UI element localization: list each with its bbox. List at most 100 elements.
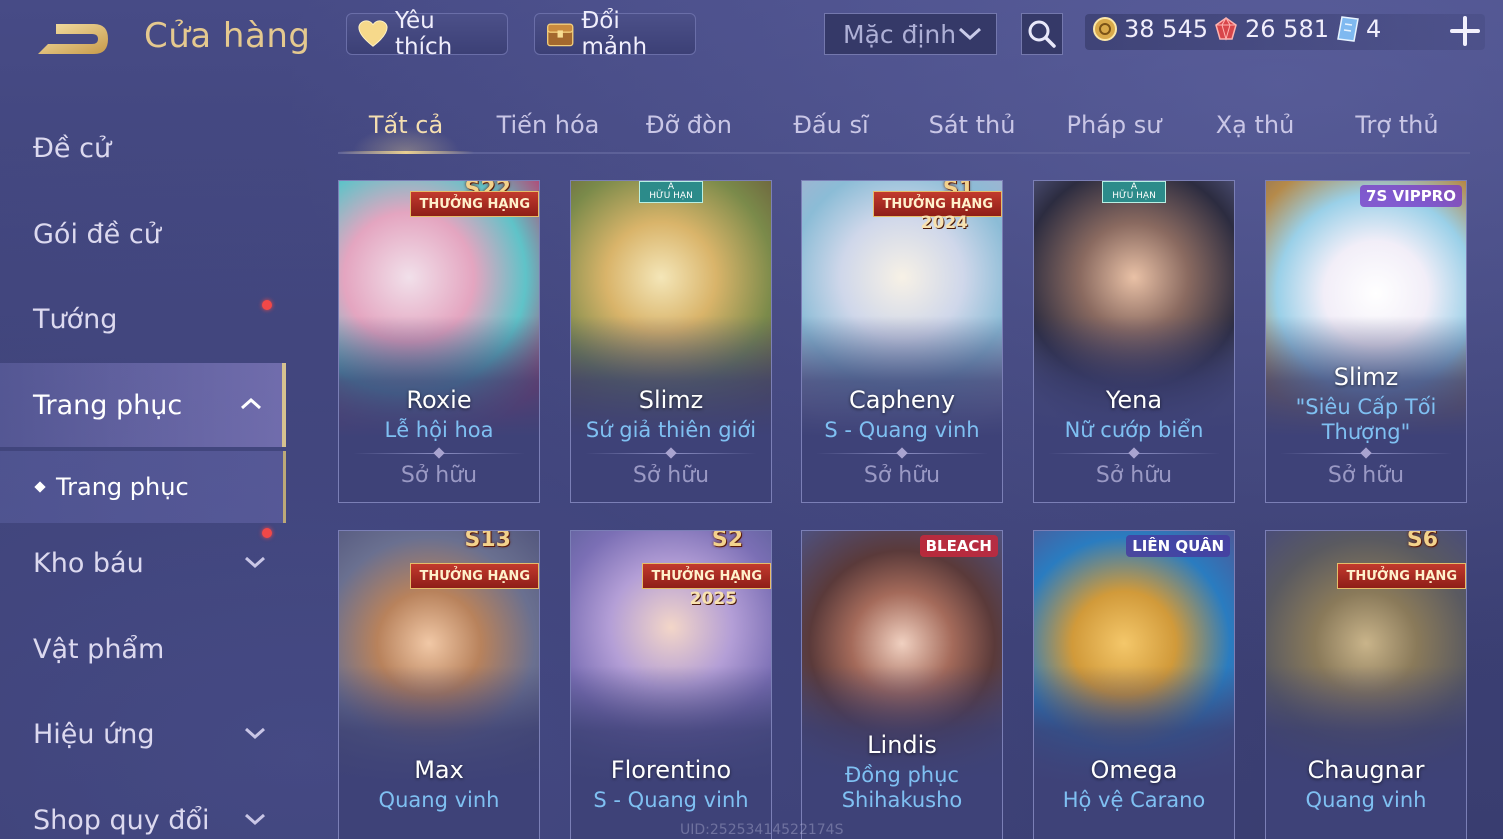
- skin-card-omega[interactable]: LIÊN QUÂN Omega Hộ vệ Carano: [1033, 530, 1235, 839]
- skin-name: S - Quang vinh: [824, 418, 980, 442]
- sidebar: Đề cử Gói đề cử Tướng Trang phục Trang p…: [0, 100, 286, 839]
- card-info: Max Quang vinh: [339, 756, 539, 813]
- skin-name: S - Quang vinh: [593, 788, 749, 812]
- chevron-down-icon: [958, 27, 982, 41]
- sidebar-subitem-skins[interactable]: Trang phục: [0, 451, 286, 523]
- voucher-card-icon: [1337, 16, 1359, 42]
- search-button[interactable]: [1021, 13, 1063, 55]
- skin-card-roxie[interactable]: S22 THƯỞNG HẠNG Roxie Lễ hội hoa Sở hữu: [338, 180, 540, 503]
- hero-name: Roxie: [406, 386, 472, 414]
- limited-badge: A HỮU HẠN: [1102, 181, 1166, 203]
- skin-card-yena[interactable]: A HỮU HẠN Yena Nữ cướp biển Sở hữu: [1033, 180, 1235, 503]
- owned-status: Sở hữu: [1095, 463, 1173, 488]
- skin-grid: S22 THƯỞNG HẠNG Roxie Lễ hội hoa Sở hữu …: [338, 180, 1470, 839]
- add-currency-button[interactable]: [1448, 14, 1482, 48]
- card-divider: [353, 453, 525, 454]
- skin-name: Nữ cướp biển: [1064, 418, 1204, 442]
- tab-assassin[interactable]: Sát thủ: [904, 98, 1040, 152]
- tab-evolution[interactable]: Tiến hóa: [480, 98, 616, 152]
- favorites-button[interactable]: Yêu thích: [346, 8, 508, 60]
- skin-name: Quang vinh: [1305, 788, 1427, 812]
- fragment-exchange-button[interactable]: Đổi mảnh: [534, 8, 696, 60]
- chevron-down-icon: [245, 727, 265, 740]
- season-year: 2024: [920, 213, 968, 233]
- card-divider: [585, 453, 757, 454]
- rank-reward-badge: THƯỞNG HẠNG: [642, 563, 771, 589]
- skin-card-florentino[interactable]: S2 THƯỞNG HẠNG 2025 Florentino S - Quang…: [570, 530, 772, 839]
- owned-status: Sở hữu: [1327, 463, 1405, 488]
- skin-name: Hộ vệ Carano: [1062, 788, 1206, 812]
- tab-marksman[interactable]: Xạ thủ: [1187, 98, 1323, 152]
- season-year: 2025: [689, 589, 737, 609]
- sidebar-item-featured[interactable]: Đề cử: [0, 106, 286, 190]
- sidebar-item-label: Đề cử: [33, 132, 112, 164]
- plus-icon: [1450, 16, 1480, 46]
- sidebar-item-exchange-shop[interactable]: Shop quy đổi: [0, 778, 286, 839]
- ruby-value: 26 581: [1245, 15, 1329, 43]
- skin-name: Đồng phục Shihakusho: [841, 763, 963, 812]
- hero-name: Lindis: [867, 731, 937, 759]
- card-shade: [1266, 665, 1466, 839]
- sidebar-item-label: Trang phục: [33, 389, 183, 421]
- limited-label: HỮU HẠN: [1112, 191, 1156, 201]
- tab-mage[interactable]: Pháp sư: [1046, 98, 1182, 152]
- owned-status: Sở hữu: [863, 463, 941, 488]
- skin-card-slimz-supreme[interactable]: 7S VIPPRO Slimz "Siêu Cấp Tối Thượng" Sở…: [1265, 180, 1467, 503]
- sidebar-item-heroes[interactable]: Tướng: [0, 277, 286, 361]
- sidebar-item-bundles[interactable]: Gói đề cử: [0, 192, 286, 276]
- card-info: Yena Nữ cướp biển: [1034, 386, 1234, 443]
- sort-dropdown[interactable]: Mặc định: [824, 13, 997, 55]
- hero-name: Slimz: [638, 386, 704, 414]
- hero-name: Slimz: [1333, 363, 1399, 391]
- limited-badge: A HỮU HẠN: [639, 181, 703, 203]
- sidebar-item-skins[interactable]: Trang phục: [0, 363, 286, 447]
- back-arrow-icon: [38, 24, 108, 54]
- card-info: Florentino S - Quang vinh: [571, 756, 771, 813]
- ruby-balance: 26 581: [1213, 15, 1329, 43]
- skin-card-chaugnar[interactable]: S6 THƯỞNG HẠNG Chaugnar Quang vinh: [1265, 530, 1467, 839]
- card-shade: [1034, 665, 1234, 839]
- favorites-label: Yêu thích: [394, 8, 453, 60]
- rank-reward-badge: THƯỞNG HẠNG: [410, 191, 539, 217]
- sidebar-item-label: Vật phẩm: [33, 633, 165, 665]
- sidebar-item-effects[interactable]: Hiệu ứng: [0, 692, 286, 776]
- skin-name: "Siêu Cấp Tối Thượng": [1295, 395, 1437, 444]
- season-badge: S6: [1406, 530, 1438, 552]
- card-divider: [1048, 453, 1220, 454]
- page-title: Cửa hàng: [144, 16, 311, 56]
- tab-all[interactable]: Tất cả: [338, 98, 474, 154]
- rank-reward-badge: THƯỞNG HẠNG: [410, 563, 539, 589]
- skin-card-lindis[interactable]: BLEACH Lindis Đồng phục Shihakusho: [801, 530, 1003, 839]
- event-tag: BLEACH: [919, 535, 998, 557]
- ruby-icon: [1215, 16, 1237, 41]
- search-icon: [1028, 20, 1056, 48]
- sidebar-item-label: Shop quy đổi: [33, 804, 210, 836]
- card-divider: [816, 453, 988, 454]
- back-button[interactable]: [30, 14, 114, 64]
- hero-name: Capheny: [848, 386, 956, 414]
- tab-support[interactable]: Trợ thủ: [1329, 98, 1465, 152]
- rank-reward-badge: THƯỞNG HẠNG: [1337, 563, 1466, 589]
- owned-status: Sở hữu: [632, 463, 710, 488]
- card-shade: [571, 665, 771, 839]
- skin-card-slimz-celestial[interactable]: A HỮU HẠN Slimz Sứ giả thiên giới Sở hữu: [570, 180, 772, 503]
- card-info: Roxie Lễ hội hoa: [339, 386, 539, 443]
- sidebar-item-items[interactable]: Vật phẩm: [0, 607, 286, 691]
- skin-card-max[interactable]: S13 THƯỞNG HẠNG Max Quang vinh: [338, 530, 540, 839]
- sidebar-subitem-label: Trang phục: [56, 473, 189, 501]
- tab-fighter[interactable]: Đấu sĩ: [763, 98, 899, 152]
- sidebar-item-treasure[interactable]: Kho báu: [0, 521, 286, 605]
- owned-status: Sở hữu: [400, 463, 478, 488]
- skin-name: Sứ giả thiên giới: [585, 418, 757, 442]
- skin-card-capheny[interactable]: S1 THƯỞNG HẠNG 2024 Capheny S - Quang vi…: [801, 180, 1003, 503]
- role-tabs: Tất cả Tiến hóa Đỡ đòn Đấu sĩ Sát thủ Ph…: [338, 98, 1470, 154]
- event-tag: 7S VIPPRO: [1360, 185, 1462, 207]
- sidebar-item-label: Gói đề cử: [33, 218, 161, 250]
- sort-value: Mặc định: [843, 19, 957, 49]
- card-info: Omega Hộ vệ Carano: [1034, 756, 1234, 813]
- fragment-exchange-label: Đổi mảnh: [581, 8, 648, 60]
- bullet-icon: [34, 481, 46, 493]
- hero-name: Florentino: [610, 756, 732, 784]
- tab-tank[interactable]: Đỡ đòn: [621, 98, 757, 152]
- uid-watermark: UID:25253414522174S: [680, 822, 844, 838]
